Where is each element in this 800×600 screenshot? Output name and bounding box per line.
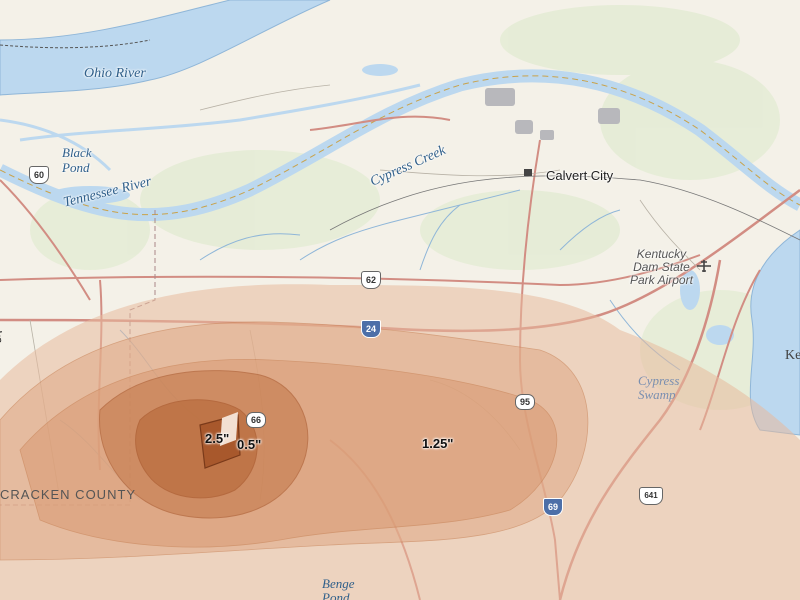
building-icon xyxy=(524,169,532,176)
airport-icon xyxy=(697,260,711,272)
ky95-shield: 95 xyxy=(515,394,535,410)
contour-label-peak: 2.5" xyxy=(205,431,230,446)
us60-shield: 60 xyxy=(29,166,49,184)
basemap xyxy=(0,0,800,600)
county-label: CRACKEN COUNTY xyxy=(0,487,137,502)
us641-shield: 641 xyxy=(639,487,663,505)
i24-shield: 24 xyxy=(361,320,381,338)
ky66-shield: 66 xyxy=(246,412,266,428)
contour-label-inner: 0.5" xyxy=(237,437,262,452)
contour-label-outer: 1.25" xyxy=(422,436,454,451)
ohio-river-label: Ohio River xyxy=(84,66,146,81)
calvert-city-label: Calvert City xyxy=(546,168,614,183)
kentucky-lake-label: Ke xyxy=(785,348,800,363)
i69-shield: 69 xyxy=(543,498,563,516)
map-canvas[interactable]: Ohio River Tennessee River Cypress Creek… xyxy=(0,0,800,600)
airport-label: Kentucky Dam State Park Airport xyxy=(630,247,693,287)
urban-areas xyxy=(485,88,620,140)
cypress-swamp-label: Cypress Swamp xyxy=(638,373,680,402)
black-pond-label: Black Pond xyxy=(62,145,92,175)
benge-pond-label: Benge Pond xyxy=(322,576,355,600)
ohio-river xyxy=(0,0,331,96)
us62-shield: 62 xyxy=(361,271,381,289)
